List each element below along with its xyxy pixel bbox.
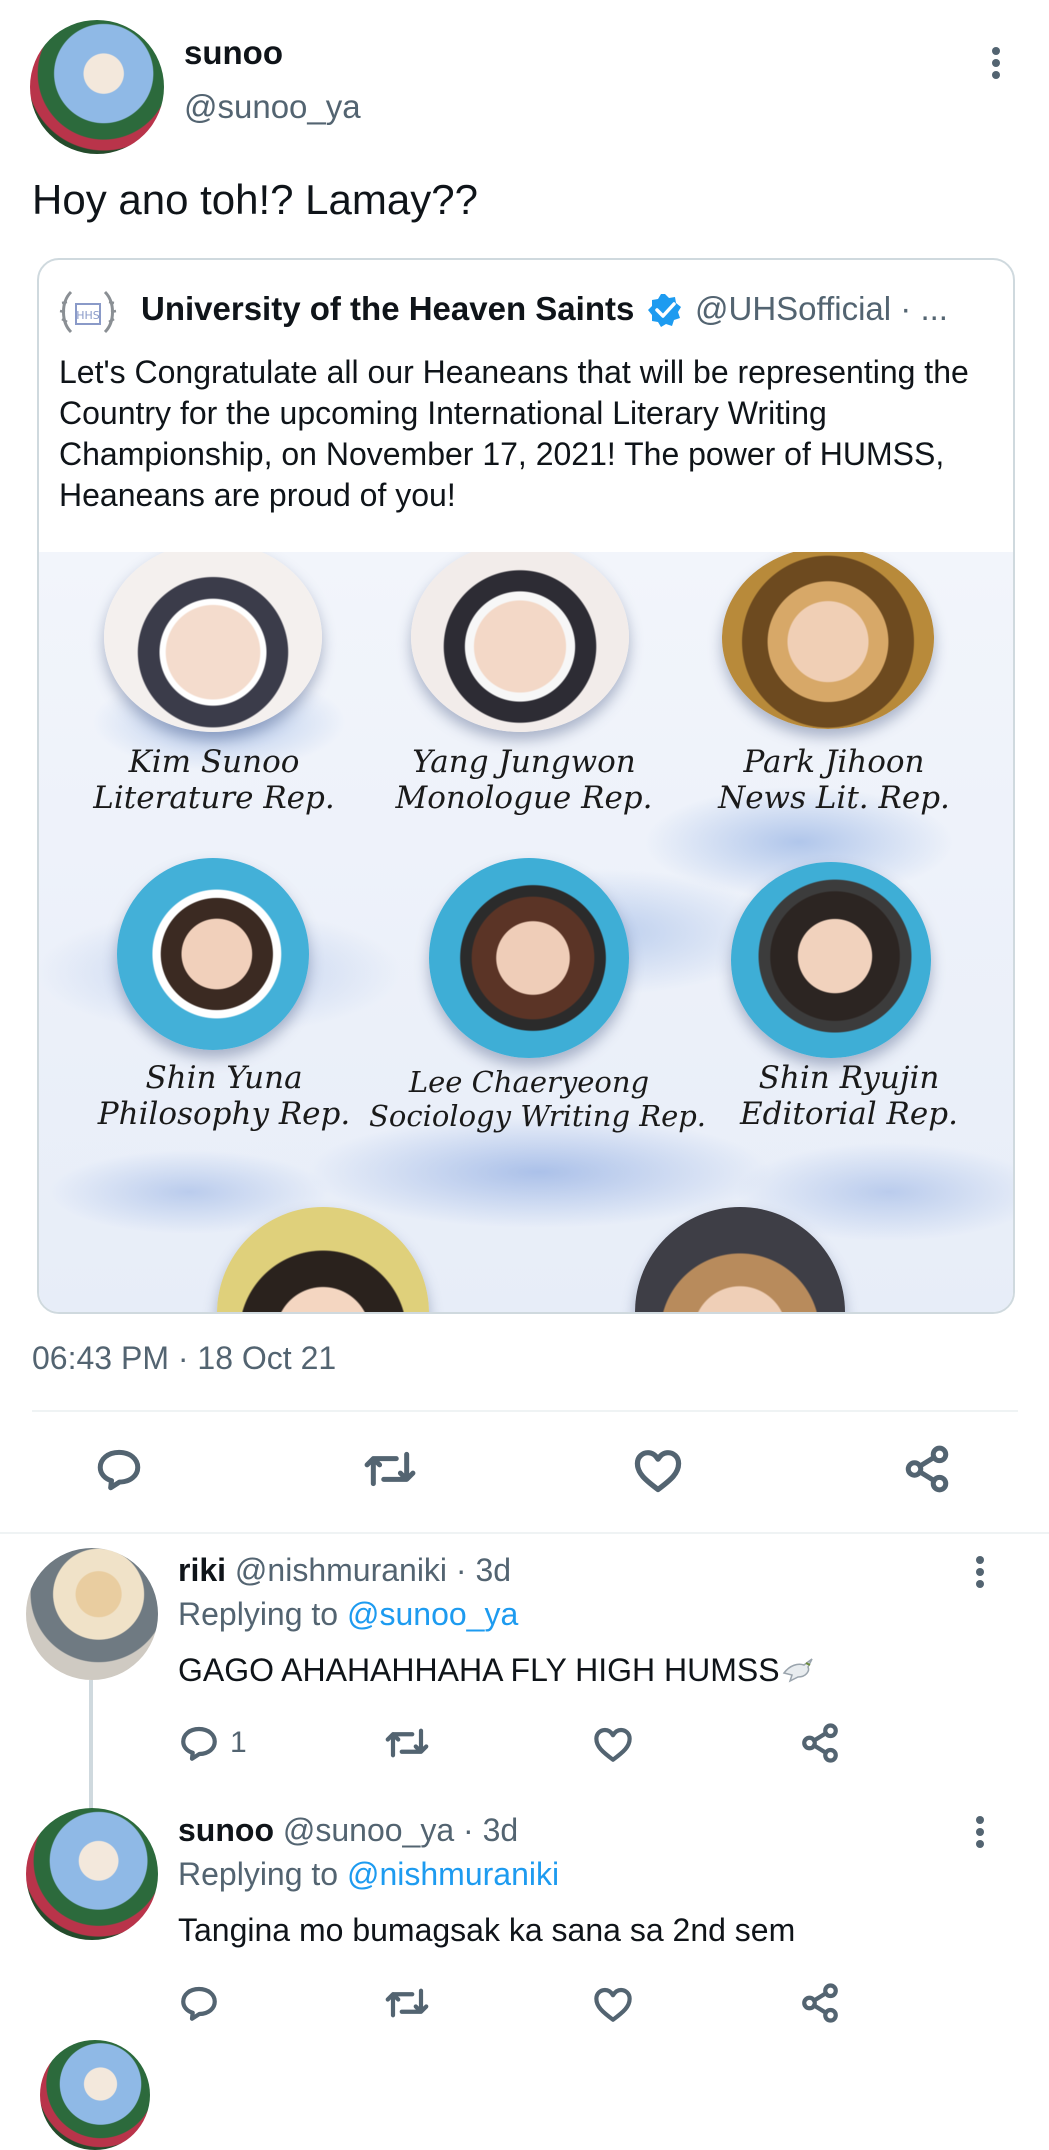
reply-author-handle[interactable]: @sunoo_ya · 3d (283, 1812, 518, 1848)
university-logo-icon: HHS (59, 288, 117, 338)
retweet-icon[interactable] (362, 1444, 418, 1494)
avatar[interactable] (30, 20, 164, 154)
rep-role: Editorial Rep. (740, 1096, 958, 1132)
replying-to-link[interactable]: @nishmuraniki (347, 1856, 559, 1892)
tweet-timestamp[interactable]: 06:43 PM · 18 Oct 21 (32, 1340, 336, 1377)
rep-name: Kim Sunoo (128, 744, 300, 780)
divider (32, 1410, 1018, 1412)
reply-text-content: GAGO AHAHAHHAHA FLY HIGH HUMSS (178, 1652, 780, 1688)
divider (0, 1532, 1049, 1534)
more-options-icon[interactable] (991, 47, 1001, 79)
rep-role: Literature Rep. (93, 780, 335, 816)
reply-header: riki @nishmuraniki · 3d (178, 1552, 511, 1589)
svg-text:HHS: HHS (76, 309, 100, 322)
tweet-text: Hoy ano toh!? Lamay?? (32, 176, 478, 223)
author-handle[interactable]: @sunoo_ya (184, 88, 361, 126)
verified-badge-icon (647, 292, 683, 328)
rep-role: Monologue Rep. (395, 780, 653, 816)
person-photo-7 (217, 1207, 429, 1312)
reply-author-name[interactable]: riki (178, 1552, 226, 1588)
reply-text: Tangina mo bumagsak ka sana sa 2nd sem (178, 1912, 796, 1948)
reply-icon[interactable] (94, 1444, 144, 1494)
quoted-tweet-text: Let's Congratulate all our Heaneans that… (59, 354, 969, 513)
rep-name: Park Jihoon (743, 744, 925, 780)
avatar[interactable] (26, 1808, 158, 1940)
like-icon[interactable] (592, 1724, 634, 1764)
rep-name: Yang Jungwon (412, 744, 636, 780)
replying-to-link[interactable]: @sunoo_ya (347, 1596, 518, 1632)
reply-author-name[interactable]: sunoo (178, 1812, 274, 1848)
replying-to: Replying to @sunoo_ya (178, 1596, 518, 1633)
share-icon[interactable] (799, 1982, 841, 2024)
person-photo-5 (429, 858, 629, 1058)
person-photo-2 (411, 552, 629, 732)
poster-image[interactable]: Kim Sunoo Literature Rep. Yang Jungwon M… (39, 552, 1013, 1312)
rep-role: News Lit. Rep. (718, 780, 950, 816)
reply-header: sunoo @sunoo_ya · 3d (178, 1812, 518, 1849)
replying-to-label: Replying to (178, 1856, 339, 1892)
person-photo-8 (635, 1207, 845, 1312)
more-options-icon[interactable] (975, 1816, 985, 1848)
person-photo-1 (104, 552, 322, 732)
author-name[interactable]: sunoo (184, 34, 283, 72)
share-icon[interactable] (902, 1444, 952, 1494)
quoted-author-name[interactable]: University of the Heaven Saints (141, 290, 634, 328)
person-photo-6 (731, 862, 931, 1058)
rep-role: Sociology Writing Rep. (369, 1099, 707, 1133)
dove-icon (780, 1653, 816, 1685)
rep-name: Shin Yuna (145, 1060, 303, 1096)
retweet-icon[interactable] (384, 1722, 430, 1764)
rep-role: Philosophy Rep. (97, 1096, 351, 1132)
share-icon[interactable] (799, 1722, 841, 1764)
rep-name: Lee Chaeryeong (408, 1065, 650, 1099)
reply-icon[interactable] (178, 1722, 220, 1764)
avatar[interactable] (26, 1548, 158, 1680)
more-options-icon[interactable] (975, 1556, 985, 1588)
reply-icon[interactable] (178, 1982, 220, 2024)
thread-line (89, 1680, 93, 1810)
reply-text: GAGO AHAHAHHAHA FLY HIGH HUMSS (178, 1652, 816, 1689)
person-photo-4 (117, 858, 309, 1050)
replying-to: Replying to @nishmuraniki (178, 1856, 559, 1893)
reply-count: 1 (230, 1726, 247, 1759)
retweet-icon[interactable] (384, 1982, 430, 2024)
rep-name: Shin Ryujin (758, 1060, 940, 1096)
quoted-author-handle[interactable]: @UHSofficial · ... (695, 290, 948, 328)
like-icon[interactable] (632, 1446, 684, 1494)
person-photo-3 (722, 552, 934, 729)
avatar[interactable] (40, 2040, 150, 2150)
reply-author-handle[interactable]: @nishmuraniki · 3d (235, 1552, 511, 1588)
replying-to-label: Replying to (178, 1596, 339, 1632)
quoted-tweet-card[interactable]: HHS University of the Heaven Saints @UHS… (37, 258, 1015, 1314)
like-icon[interactable] (592, 1984, 634, 2024)
